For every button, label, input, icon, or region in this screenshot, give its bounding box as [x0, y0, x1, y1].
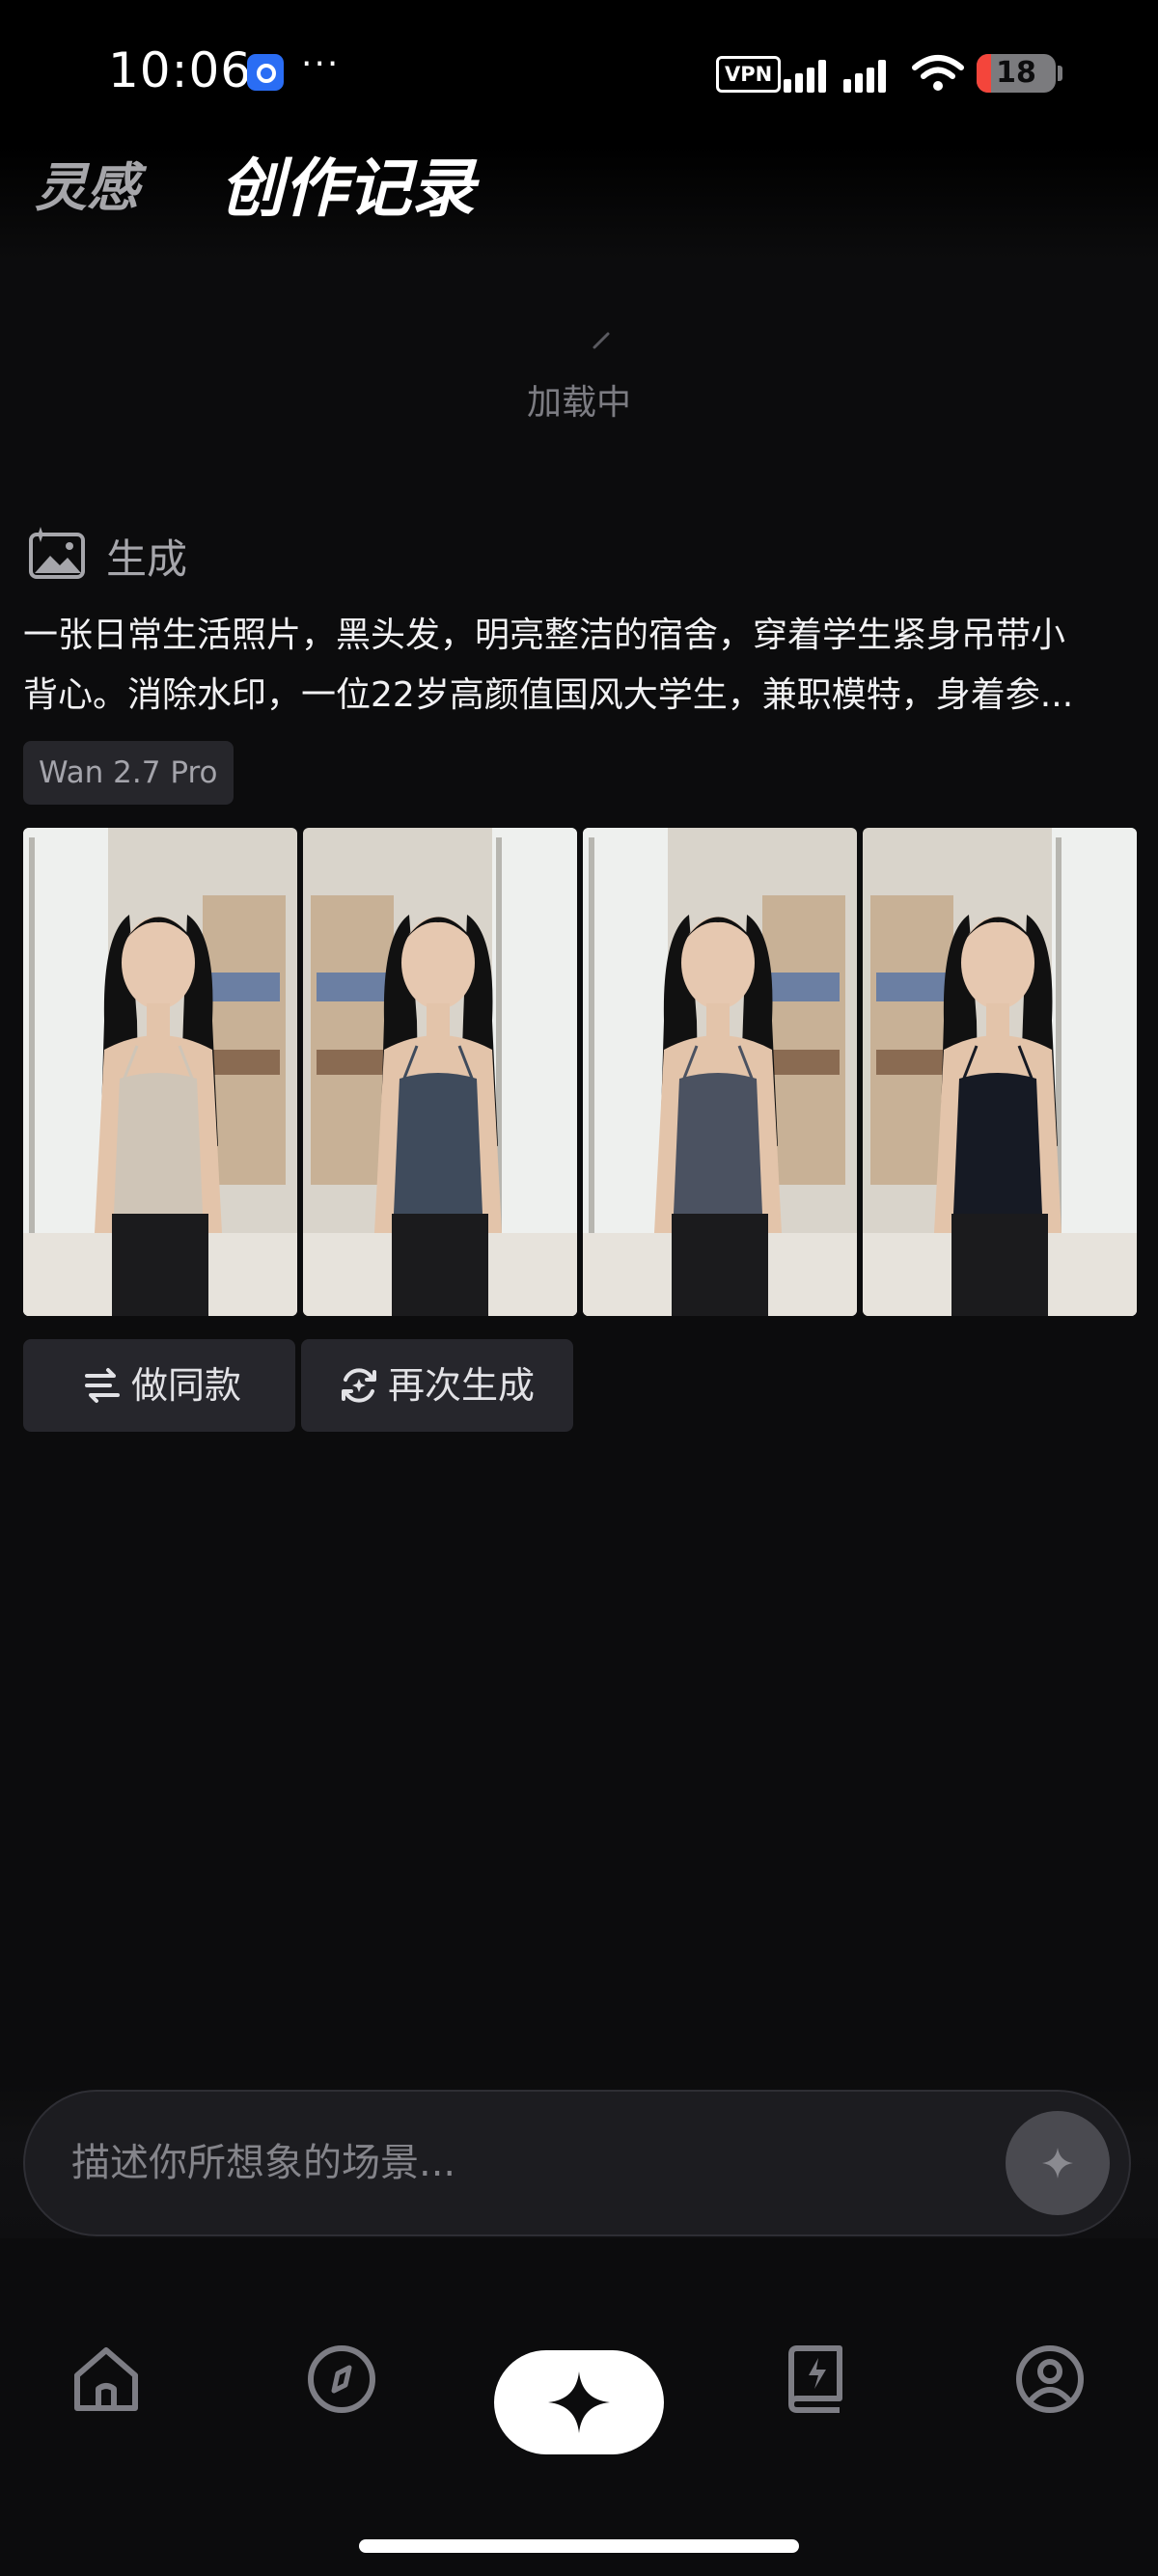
- bottom-nav: [0, 2238, 1158, 2576]
- generate-button[interactable]: [1006, 2111, 1110, 2215]
- book-bolt-icon[interactable]: [776, 2341, 853, 2418]
- regenerate-label: 再次生成: [388, 1364, 536, 1407]
- refresh-sparkle-icon: [342, 1368, 376, 1403]
- make-same-label: 做同款: [131, 1364, 242, 1407]
- generated-image-grid: [23, 828, 1137, 1316]
- signal-icon: [784, 60, 886, 93]
- battery-level: 18: [996, 56, 1036, 90]
- prompt-line-1: 一张日常生活照片，黑头发，明亮整洁的宿舍，穿着学生紧身吊带小: [23, 616, 1066, 655]
- vpn-badge: VPN: [716, 56, 782, 93]
- loading-spinner-icon: [593, 332, 610, 349]
- app-notification-icon: [247, 54, 284, 91]
- image-sparkle-icon: [29, 527, 85, 579]
- generated-image-1[interactable]: [23, 828, 297, 1316]
- model-badge: Wan 2.7 Pro: [23, 741, 234, 805]
- record-type-label: 生成: [106, 535, 188, 583]
- home-indicator[interactable]: [359, 2539, 799, 2553]
- swap-icon: [85, 1368, 120, 1403]
- tab-creation-records[interactable]: 创作记录: [220, 137, 475, 230]
- status-bar: 10:06 ··· VPN 18: [0, 0, 1158, 145]
- regenerate-button[interactable]: 再次生成: [301, 1339, 573, 1432]
- home-icon[interactable]: [68, 2341, 145, 2418]
- prompt-input-bar[interactable]: [23, 2090, 1131, 2236]
- create-nav-button[interactable]: [494, 2350, 664, 2454]
- prompt-input[interactable]: [71, 2128, 940, 2198]
- status-time: 10:06: [108, 42, 253, 98]
- tab-inspiration[interactable]: 灵感: [35, 145, 139, 221]
- app-screen: 10:06 ··· VPN 18 灵感 创作记录 加载中 生成 一张日常生活照片…: [0, 0, 1158, 2576]
- wifi-icon: [912, 55, 964, 91]
- generated-image-4[interactable]: [863, 828, 1137, 1316]
- sparkle-icon: [548, 2371, 610, 2433]
- make-same-button[interactable]: 做同款: [23, 1339, 295, 1432]
- loading-text: 加载中: [526, 383, 631, 423]
- sparkle-icon: [1042, 2148, 1073, 2179]
- prompt-text[interactable]: 一张日常生活照片，黑头发，明亮整洁的宿舍，穿着学生紧身吊带小 背心。消除水印，一…: [23, 606, 1139, 726]
- user-icon[interactable]: [1011, 2341, 1089, 2418]
- battery-cap: [1058, 66, 1062, 81]
- more-notifications-indicator: ···: [301, 44, 341, 84]
- generated-image-2[interactable]: [303, 828, 577, 1316]
- generated-image-3[interactable]: [583, 828, 857, 1316]
- prompt-line-2: 背心。消除水印，一位22岁高颜值国风大学生，兼职模特，身着参...: [23, 675, 1074, 715]
- header: 灵感 创作记录: [0, 145, 1158, 260]
- battery-icon: 18: [977, 54, 1056, 93]
- compass-icon[interactable]: [303, 2341, 380, 2418]
